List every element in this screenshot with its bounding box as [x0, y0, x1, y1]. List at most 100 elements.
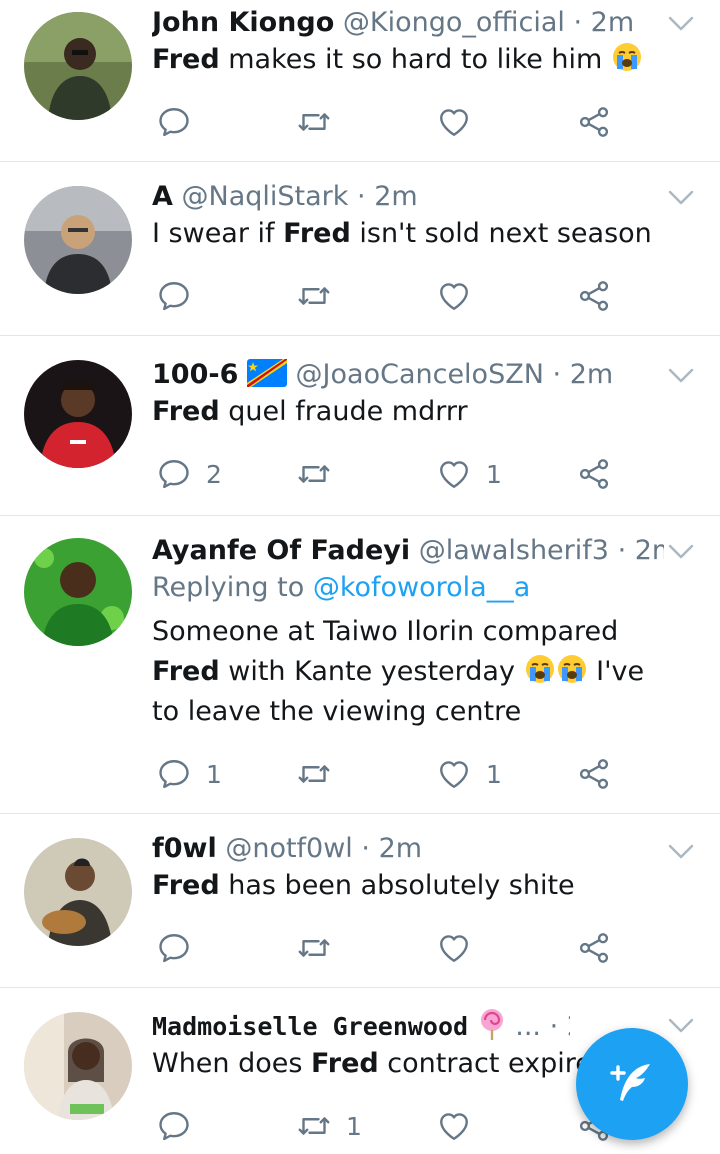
share-icon [576, 756, 612, 792]
reply-count: 1 [206, 759, 222, 789]
chevron-down-icon[interactable] [668, 190, 694, 206]
separator: · [552, 359, 562, 390]
tweet-actions: 2 1 [152, 454, 632, 494]
retweet-button[interactable] [296, 754, 346, 794]
share-button[interactable] [576, 928, 612, 968]
like-button[interactable]: 1 [436, 454, 502, 494]
retweet-button[interactable] [296, 454, 346, 494]
timestamp: 2m [374, 181, 418, 212]
share-icon [576, 278, 612, 314]
chevron-down-icon[interactable] [668, 16, 694, 32]
retweet-button[interactable] [296, 928, 346, 968]
tweet-text: Someone at Taiwo Ilorin compared Fred wi… [152, 616, 645, 727]
heart-icon [436, 930, 472, 966]
tweet-actions [152, 276, 632, 316]
reply-icon [156, 1108, 192, 1144]
like-button[interactable]: 1 [436, 754, 502, 794]
avatar[interactable] [24, 12, 132, 120]
avatar[interactable] [24, 538, 132, 646]
like-button[interactable] [436, 102, 486, 142]
user-handle[interactable]: @Kiongo_official [343, 7, 565, 38]
reply-button[interactable] [156, 928, 206, 968]
loudly-crying-face-icon [524, 653, 556, 685]
reply-button[interactable]: 1 [156, 754, 222, 794]
like-button[interactable] [436, 1106, 486, 1146]
display-name[interactable]: John Kiongo [152, 7, 334, 38]
share-button[interactable] [576, 276, 612, 316]
highlight-term: Fred [311, 1048, 379, 1079]
tweet[interactable]: f0wl @notf0wl · 2m Fred has been absolut… [0, 814, 720, 988]
retweet-count: 1 [346, 1111, 362, 1141]
tweet[interactable]: Ayanfe Of Fadeyi @lawalsherif3 · 2m Repl… [0, 516, 720, 814]
tweet[interactable]: A @NaqliStark · 2m I swear if Fred isn't… [0, 162, 720, 336]
highlight-term: Fred [152, 870, 220, 901]
loudly-crying-face-icon [556, 653, 588, 685]
separator: · [357, 181, 366, 212]
user-handle[interactable]: @lawalsherif3 [419, 535, 609, 566]
tweet-actions: 1 1 [152, 754, 632, 794]
heart-icon [436, 756, 472, 792]
chevron-down-icon[interactable] [668, 368, 694, 384]
user-handle[interactable]: ... [515, 1011, 541, 1042]
user-handle[interactable]: @notf0wl [225, 833, 353, 864]
heart-icon [436, 278, 472, 314]
tweet-header: John Kiongo @Kiongo_official · 2m [152, 6, 664, 40]
reply-count: 2 [206, 459, 222, 489]
tweet-header: A @NaqliStark · 2m [152, 180, 664, 214]
chevron-down-icon[interactable] [668, 544, 694, 560]
tweet-actions [152, 928, 632, 968]
like-button[interactable] [436, 276, 486, 316]
timestamp: 2m [590, 7, 635, 38]
display-name[interactable]: Ayanfe Of Fadeyi [152, 535, 410, 566]
reply-button[interactable] [156, 102, 206, 142]
display-name[interactable]: Madmoiselle Greenwood [152, 1012, 468, 1041]
compose-tweet-icon [610, 1064, 650, 1101]
avatar[interactable] [24, 838, 132, 946]
reply-button[interactable] [156, 1106, 206, 1146]
display-name[interactable]: f0wl [152, 833, 217, 864]
retweet-icon [296, 104, 332, 140]
tweet[interactable]: 100-6 @JoaoCanceloSZN · 2m Fred quel fra… [0, 336, 720, 516]
share-button[interactable] [576, 454, 612, 494]
reply-button[interactable] [156, 276, 206, 316]
reply-button[interactable]: 2 [156, 454, 222, 494]
like-button[interactable] [436, 928, 486, 968]
tweet-text: When does Fred contract expires [152, 1048, 606, 1079]
avatar[interactable] [24, 360, 132, 468]
retweet-icon [296, 930, 332, 966]
user-handle[interactable]: @NaqliStark [182, 181, 349, 212]
highlight-term: Fred [152, 44, 220, 75]
highlight-term: Fred [152, 396, 220, 427]
retweet-button[interactable] [296, 102, 346, 142]
compose-tweet-button[interactable] [576, 1028, 688, 1140]
user-handle[interactable]: @JoaoCanceloSZN [296, 359, 544, 390]
tweet[interactable]: John Kiongo @Kiongo_official · 2m Fred m… [0, 0, 720, 162]
reply-icon [156, 756, 192, 792]
dr-congo-flag-icon [246, 359, 287, 387]
chevron-down-icon[interactable] [668, 1018, 694, 1034]
retweet-icon [296, 756, 332, 792]
tweet-text: Fred has been absolutely shite [152, 870, 575, 901]
separator: · [549, 1011, 559, 1042]
timestamp: 2m [378, 833, 423, 864]
chevron-down-icon[interactable] [668, 844, 694, 860]
tweet-text: Fred makes it so hard to like him [152, 40, 664, 80]
share-button[interactable] [576, 102, 612, 142]
tweet-text: Fred quel fraude mdrrr [152, 396, 468, 427]
highlight-term: Fred [283, 218, 351, 249]
retweet-button[interactable] [296, 276, 346, 316]
tweet-actions [152, 102, 632, 142]
display-name[interactable]: 100-6 [152, 359, 238, 390]
avatar[interactable] [24, 186, 132, 294]
avatar[interactable] [24, 1012, 132, 1120]
display-name[interactable]: A [152, 181, 173, 212]
share-button[interactable] [576, 754, 612, 794]
timestamp: 2m [634, 535, 664, 566]
reply-icon [156, 104, 192, 140]
retweet-button[interactable]: 1 [296, 1106, 362, 1146]
like-count: 1 [486, 759, 502, 789]
replying-to: Replying to @kofoworola__a [152, 572, 531, 603]
tweet-header: Madmoiselle Greenwood ... · 2m [152, 1008, 570, 1044]
tweet-header: 100-6 @JoaoCanceloSZN · 2m [152, 358, 664, 392]
reply-mention-link[interactable]: @kofoworola__a [313, 572, 530, 603]
